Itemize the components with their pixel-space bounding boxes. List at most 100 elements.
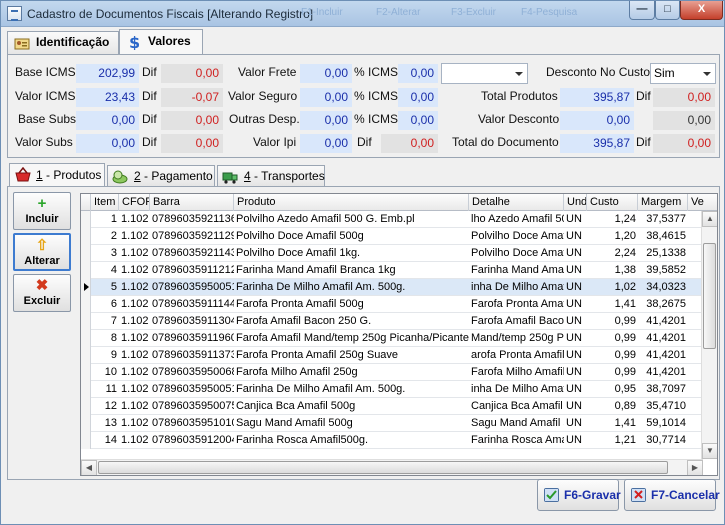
table-row[interactable]: 9 1.102 07896035911373 Farofa Pronta Amafil… xyxy=(81,347,703,364)
scroll-right-icon[interactable]: ▶ xyxy=(687,460,703,475)
col-cfop[interactable]: CFOP xyxy=(119,194,150,211)
vertical-scrollbar[interactable]: ▲ ▼ xyxy=(701,211,717,459)
valor-subs-label: Valor Subs xyxy=(15,135,73,149)
tab-transportes[interactable]: 4 - Transportes xyxy=(217,165,325,187)
horizontal-scrollbar[interactable]: ◀ ▶ xyxy=(81,459,703,475)
table-cell: Farofa Amafil Bacon 2 xyxy=(471,315,564,327)
col-detalhe[interactable]: Detalhe xyxy=(469,194,564,211)
close-button[interactable]: X xyxy=(680,1,723,20)
scroll-thumb[interactable] xyxy=(703,243,716,349)
title-bar[interactable]: Cadastro de Documentos Fiscais [Alterand… xyxy=(1,1,724,27)
valor-subs-field[interactable]: 0,00 xyxy=(76,134,139,153)
table-row[interactable]: 10 1.102 07896035950068 Farofa Milho Amafil… xyxy=(81,364,703,381)
desconto-custo-select[interactable]: Sim xyxy=(650,63,716,84)
table-row[interactable]: 6 1.102 07896035911144 Farofa Pronta Amafil… xyxy=(81,296,703,313)
frete-pct-field[interactable]: 0,00 xyxy=(398,64,438,83)
table-row[interactable]: 11 1.102 07896035950051 Farinha De Milho Am… xyxy=(81,381,703,398)
excluir-button[interactable]: ✖ Excluir xyxy=(13,274,71,312)
tab-pagamento[interactable]: 2 - Pagamento xyxy=(107,165,215,187)
gravar-button[interactable]: F6-Gravar xyxy=(537,479,621,511)
maximize-button[interactable]: □ xyxy=(655,1,680,20)
alterar-button[interactable]: ⇧ Alterar xyxy=(13,233,71,271)
table-cell: Farofa Pronta Amafil 500g xyxy=(236,298,364,310)
valor-icms-field[interactable]: 23,43 xyxy=(76,88,139,107)
table-row[interactable]: 7 1.102 07896035911304 Farofa Amafil Bacon … xyxy=(81,313,703,330)
table-cell: UN xyxy=(566,264,582,276)
base-subs-dif-label: Dif xyxy=(142,112,157,126)
outras-desp-field[interactable]: 0,00 xyxy=(300,111,352,130)
seguro-pct-field[interactable]: 0,00 xyxy=(398,88,438,107)
table-row[interactable]: 12 1.102 07896035950075 Canjica Bca Amafil … xyxy=(81,398,703,415)
scroll-down-icon[interactable]: ▼ xyxy=(702,443,717,459)
valor-desconto-field[interactable]: 0,00 xyxy=(560,111,634,130)
table-row[interactable]: 13 1.102 07896035951010 Sagu Mand Amafil 50… xyxy=(81,415,703,432)
cancelar-button[interactable]: F7-Cancelar xyxy=(624,479,720,511)
table-cell: Canjica Bca Amafil 50 xyxy=(471,400,564,412)
col-custo[interactable]: Custo xyxy=(587,194,638,211)
col-produto[interactable]: Produto xyxy=(234,194,469,211)
outras-desp-label: Outras Desp. xyxy=(229,112,300,126)
table-cell: 10 xyxy=(104,366,117,378)
ghost-text-3: F3-Excluir xyxy=(451,7,497,18)
valor-frete-field[interactable]: 0,00 xyxy=(300,64,352,83)
table-row[interactable]: 1 1.102 07896035921136 Polvilho Azedo Amafi… xyxy=(81,211,703,228)
ipi-dif-field: 0,00 xyxy=(381,134,438,153)
total-produtos-field: 395,87 xyxy=(560,88,634,107)
base-subs-label: Base Subs xyxy=(18,112,77,126)
chevron-down-icon xyxy=(515,72,523,76)
table-cell: Farinha De Milho Amafil Am. 500g. xyxy=(236,383,406,395)
table-cell: inha De Milho Amafil A xyxy=(471,383,564,395)
table-cell: 1 xyxy=(110,213,117,225)
valor-seguro-field[interactable]: 0,00 xyxy=(300,88,352,107)
save-check-icon xyxy=(544,488,559,502)
tab-identificacao-label: Identificação xyxy=(36,35,110,49)
row-indicator xyxy=(81,296,91,313)
gravar-label: F6-Gravar xyxy=(564,488,621,502)
incluir-label: Incluir xyxy=(25,213,59,225)
scroll-up-icon[interactable]: ▲ xyxy=(702,211,717,227)
tab-produtos[interactable]: 1 - Produtos xyxy=(9,163,105,187)
col-margem[interactable]: Margem xyxy=(638,194,688,211)
table-row[interactable]: 8 1.102 07896035911960 Farofa Amafil Mand/t… xyxy=(81,330,703,347)
table-cell: 4 xyxy=(110,264,117,276)
table-row[interactable]: 14 1.102 07896035912004 Farinha Rosca Amafi… xyxy=(81,432,703,449)
valor-ipi-field[interactable]: 0,00 xyxy=(300,134,352,153)
valor-icms-label: Valor ICMS xyxy=(15,89,76,103)
tipo-combo[interactable] xyxy=(441,63,528,84)
outras-pct-field[interactable]: 0,00 xyxy=(398,111,438,130)
table-cell: 14 xyxy=(104,434,117,446)
incluir-button[interactable]: + Incluir xyxy=(13,192,71,230)
table-row[interactable]: 5 1.102 07896035950051 Farinha De Milho Ama… xyxy=(81,279,703,296)
row-indicator xyxy=(81,381,91,398)
table-cell: 07896035950075 xyxy=(152,400,234,412)
col-barra[interactable]: Barra xyxy=(150,194,234,211)
scroll-left-icon[interactable]: ◀ xyxy=(81,460,97,475)
table-cell: 1,41 xyxy=(614,298,636,310)
table-cell: 1,02 xyxy=(614,281,636,293)
table-cell: 34,0323 xyxy=(646,281,686,293)
total-documento-field[interactable]: 395,87 xyxy=(560,134,634,153)
table-cell: 07896035921143 xyxy=(152,247,234,259)
table-cell: inha De Milho Amafil A xyxy=(471,281,564,293)
base-subs-field[interactable]: 0,00 xyxy=(76,111,139,130)
col-venda[interactable]: Ve xyxy=(688,194,717,211)
valor-icms-dif-label: Dif xyxy=(142,89,157,103)
table-row[interactable]: 2 1.102 07896035921129 Polvilho Doce Amafil… xyxy=(81,228,703,245)
table-cell: UN xyxy=(566,332,582,344)
row-indicator xyxy=(81,415,91,432)
table-cell: 1,21 xyxy=(614,434,636,446)
hscroll-thumb[interactable] xyxy=(98,461,668,474)
minimize-button[interactable]: — xyxy=(629,1,655,20)
tab-identificacao[interactable]: Identificação xyxy=(7,31,119,54)
table-row[interactable]: 4 1.102 07896035911212 Farinha Mand Amafil … xyxy=(81,262,703,279)
tab-produtos-label: - Produtos xyxy=(42,168,102,182)
col-und[interactable]: Und xyxy=(564,194,587,211)
tab-valores[interactable]: $ Valores xyxy=(119,29,203,54)
table-cell: Farinha Mand Amafil Branca 1kg xyxy=(236,264,396,276)
base-icms-field[interactable]: 202,99 xyxy=(76,64,139,83)
row-indicator xyxy=(81,313,91,330)
table-cell: UN xyxy=(566,315,582,327)
table-row[interactable]: 3 1.102 07896035921143 Polvilho Doce Amafil… xyxy=(81,245,703,262)
produtos-grid[interactable]: Item CFOP Barra Produto Detalhe Und Cust… xyxy=(80,193,718,476)
col-item[interactable]: Item xyxy=(91,194,119,211)
